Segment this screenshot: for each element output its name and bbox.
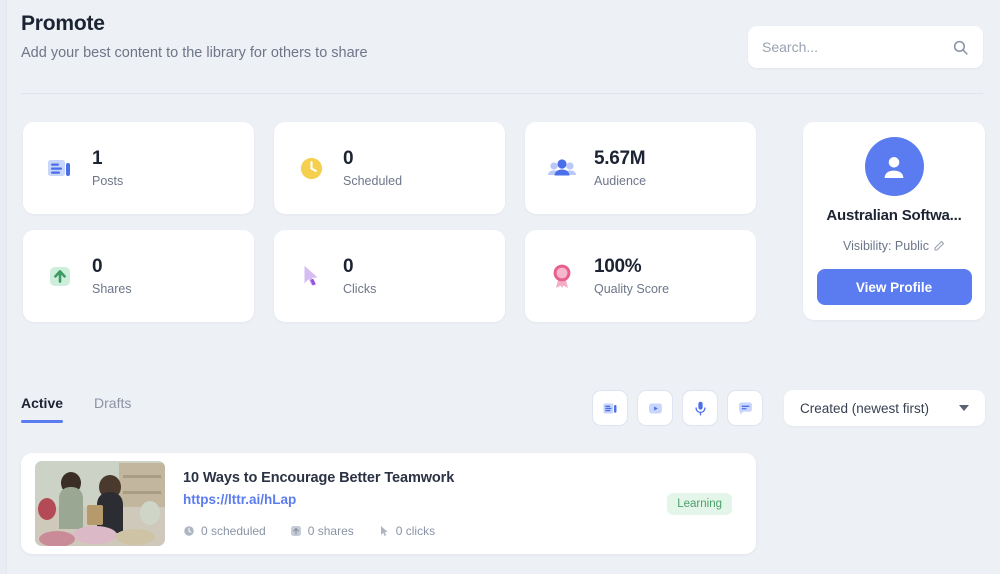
post-metrics: 0 scheduled 0 shares 0 clicks bbox=[183, 524, 667, 538]
stat-value: 100% bbox=[594, 255, 642, 277]
post-card[interactable]: 10 Ways to Encourage Better Teamwork htt… bbox=[21, 453, 756, 554]
microphone-icon bbox=[694, 401, 706, 416]
sort-selected-label: Created (newest first) bbox=[800, 400, 930, 416]
stat-value: 0 bbox=[343, 255, 354, 277]
stat-card-shares[interactable]: 0 Shares bbox=[23, 230, 254, 322]
view-profile-button[interactable]: View Profile bbox=[816, 269, 972, 305]
post-metric-scheduled: 0 scheduled bbox=[183, 524, 266, 538]
sort-dropdown[interactable]: Created (newest first) bbox=[784, 390, 985, 426]
metric-label: 0 shares bbox=[307, 523, 354, 538]
article-icon bbox=[45, 153, 75, 183]
tab-drafts[interactable]: Drafts bbox=[94, 395, 131, 423]
share-up-icon bbox=[290, 525, 301, 536]
stat-card-audience[interactable]: 5.67M Audience bbox=[525, 122, 756, 214]
post-body: 10 Ways to Encourage Better Teamwork htt… bbox=[183, 470, 667, 538]
stat-label: Clicks bbox=[343, 282, 377, 297]
stat-label: Scheduled bbox=[343, 174, 403, 189]
post-url[interactable]: https://lttr.ai/hLap bbox=[183, 492, 667, 507]
promote-page: Promote Add your best content to the lib… bbox=[0, 0, 1000, 574]
tab-list: Active Drafts bbox=[21, 395, 131, 423]
visibility-label: Visibility: Public bbox=[843, 239, 929, 253]
florist-photo bbox=[35, 461, 165, 546]
page-header: Promote Add your best content to the lib… bbox=[21, 12, 983, 90]
stat-label: Shares bbox=[92, 282, 132, 297]
profile-name: Australian Softwa... bbox=[826, 207, 962, 224]
search-box[interactable] bbox=[748, 26, 983, 68]
content-toolbar: Active Drafts Created (newest first) bbox=[21, 390, 985, 432]
status-badge: Learning bbox=[667, 492, 732, 515]
stat-card-clicks[interactable]: 0 Clicks bbox=[274, 230, 505, 322]
post-metric-clicks: 0 clicks bbox=[378, 524, 435, 538]
chat-icon bbox=[738, 401, 752, 415]
stat-value: 5.67M bbox=[594, 147, 646, 169]
cursor-icon bbox=[296, 261, 326, 291]
people-icon bbox=[547, 153, 577, 183]
profile-card: Australian Softwa... Visibility: Public … bbox=[803, 122, 985, 320]
share-up-icon bbox=[45, 261, 75, 291]
metric-label: 0 scheduled bbox=[201, 523, 266, 538]
stat-card-scheduled[interactable]: 0 Scheduled bbox=[274, 122, 505, 214]
tab-active[interactable]: Active bbox=[21, 395, 64, 423]
search-input[interactable] bbox=[762, 39, 952, 55]
profile-visibility: Visibility: Public bbox=[843, 239, 945, 253]
pencil-icon[interactable] bbox=[933, 240, 945, 252]
filter-button-group bbox=[592, 390, 763, 426]
stat-label: Quality Score bbox=[594, 282, 670, 297]
filter-article-button[interactable] bbox=[592, 390, 628, 426]
post-title: 10 Ways to Encourage Better Teamwork bbox=[183, 469, 455, 486]
chevron-down-icon bbox=[959, 405, 969, 411]
article-icon bbox=[602, 403, 616, 413]
stat-card-posts[interactable]: 1 Posts bbox=[23, 122, 254, 214]
post-metric-shares: 0 shares bbox=[290, 524, 354, 538]
clock-icon bbox=[184, 525, 194, 536]
clock-icon bbox=[296, 153, 326, 183]
cursor-icon bbox=[380, 525, 388, 536]
play-icon bbox=[648, 403, 662, 413]
filter-audio-button[interactable] bbox=[682, 390, 718, 426]
stat-value: 0 bbox=[92, 255, 103, 277]
stat-label: Audience bbox=[594, 174, 647, 189]
left-rail bbox=[0, 0, 7, 574]
stat-label: Posts bbox=[92, 174, 124, 189]
user-avatar-icon bbox=[884, 156, 904, 178]
filter-text-button[interactable] bbox=[727, 390, 763, 426]
search-icon bbox=[953, 40, 968, 55]
stat-value: 1 bbox=[92, 147, 103, 169]
stat-value: 0 bbox=[343, 147, 354, 169]
post-thumbnail bbox=[35, 461, 165, 546]
avatar bbox=[864, 137, 924, 196]
rosette-icon bbox=[547, 261, 577, 291]
metric-label: 0 clicks bbox=[395, 523, 436, 538]
stat-card-quality-score[interactable]: 100% Quality Score bbox=[525, 230, 756, 322]
filter-video-button[interactable] bbox=[637, 390, 673, 426]
header-divider bbox=[21, 93, 983, 94]
